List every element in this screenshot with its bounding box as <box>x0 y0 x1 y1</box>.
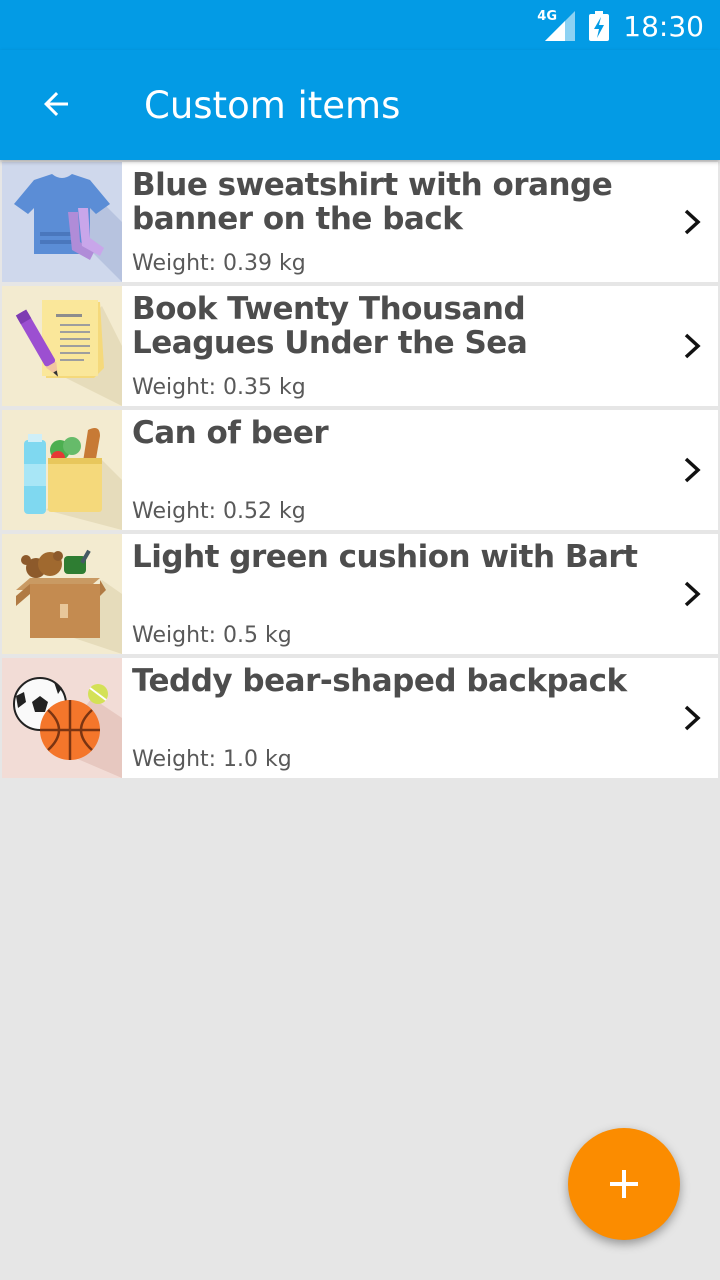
list-item[interactable]: Book Twenty Thousand Leagues Under the S… <box>2 286 718 406</box>
item-name: Book Twenty Thousand Leagues Under the S… <box>132 291 528 361</box>
groceries-icon <box>2 410 122 530</box>
sports-balls-icon <box>2 658 122 778</box>
item-weight: Weight: 0.39 kg <box>132 251 306 276</box>
chevron-right-icon <box>684 581 701 607</box>
item-weight: Weight: 1.0 kg <box>132 747 292 772</box>
list-item[interactable]: Can of beer Weight: 0.52 kg <box>2 410 718 530</box>
app-bar: Custom items <box>0 50 720 160</box>
page-title: Custom items <box>144 84 401 127</box>
list-item[interactable]: Blue sweatshirt with orange banner on th… <box>2 162 718 282</box>
item-name: Can of beer <box>132 415 329 451</box>
clock: 18:30 <box>623 9 704 43</box>
list-item[interactable]: Light green cushion with Bart Weight: 0.… <box>2 534 718 654</box>
network-type-label: 4G <box>537 9 558 24</box>
status-icons: 4G 18:30 <box>537 6 704 46</box>
list-item[interactable]: Teddy bear-shaped backpack Weight: 1.0 k… <box>2 658 718 778</box>
custom-items-list: Blue sweatshirt with orange banner on th… <box>2 162 718 782</box>
chevron-right-icon <box>684 705 701 731</box>
add-icon <box>610 1170 638 1198</box>
chevron-right-icon <box>684 333 701 359</box>
item-weight: Weight: 0.5 kg <box>132 623 292 648</box>
item-weight: Weight: 0.35 kg <box>132 375 306 400</box>
item-name: Blue sweatshirt with orange banner on th… <box>132 167 613 237</box>
signal-icon: 4G <box>537 9 576 41</box>
add-item-button[interactable] <box>568 1128 680 1240</box>
item-name: Light green cushion with Bart <box>132 539 638 575</box>
arrow-back-icon <box>44 92 68 116</box>
item-name: Teddy bear-shaped backpack <box>132 663 627 699</box>
box-icon <box>2 534 122 654</box>
status-bar: 4G 18:30 <box>0 0 720 50</box>
battery-charging-icon <box>589 11 610 41</box>
back-button[interactable] <box>24 72 88 136</box>
item-weight: Weight: 0.52 kg <box>132 499 306 524</box>
chevron-right-icon <box>684 209 701 235</box>
clothes-icon <box>2 162 122 282</box>
chevron-right-icon <box>684 457 701 483</box>
notebook-icon <box>2 286 122 406</box>
